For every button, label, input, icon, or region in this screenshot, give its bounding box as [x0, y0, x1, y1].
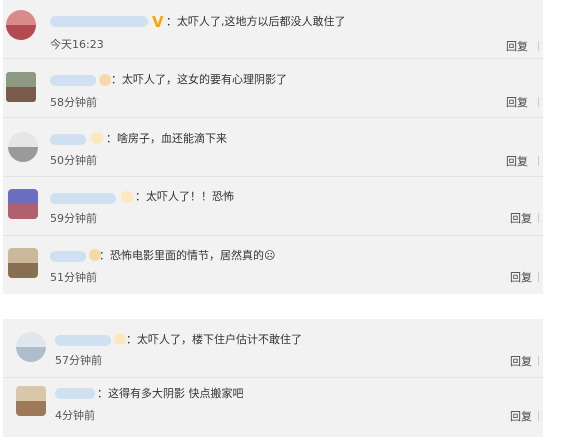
comment-list-top: V ：太吓人了,这地方以后都没人敢住了 今天16:23 回复 ：太吓人了，这女的… — [3, 0, 543, 294]
username-blurred[interactable] — [50, 75, 96, 86]
reply-button[interactable]: 回复 — [506, 40, 528, 53]
user-badge-icon — [99, 74, 111, 86]
comment-text: ：啥房子，血还能滴下来 — [106, 132, 227, 145]
comment-text: ：太吓人了,这地方以后都没人敢住了 — [166, 15, 346, 28]
divider — [538, 356, 539, 366]
avatar[interactable] — [6, 10, 36, 40]
comment-item: V ：太吓人了,这地方以后都没人敢住了 今天16:23 回复 — [3, 0, 543, 59]
avatar[interactable] — [16, 332, 46, 362]
comment-item: ：这得有多大阴影 快点搬家吧 4分钟前 回复 — [3, 378, 543, 437]
comment-item: ：太吓人了，楼下住户估计不敢住了 57分钟前 回复 — [3, 319, 543, 378]
avatar[interactable] — [8, 189, 38, 219]
username-blurred[interactable] — [50, 251, 86, 262]
user-badge-icon — [91, 132, 103, 144]
comment-time: 51分钟前 — [50, 271, 97, 284]
divider — [538, 272, 539, 282]
divider — [538, 97, 539, 107]
comment-item: ：啥房子，血还能滴下来 50分钟前 回复 — [3, 118, 543, 177]
avatar[interactable] — [16, 386, 46, 416]
avatar[interactable] — [8, 132, 38, 162]
comment-time: 59分钟前 — [50, 212, 97, 225]
comment-text: ：恐怖电影里面的情节，居然真的☹ — [99, 249, 276, 262]
comment-item: ：恐怖电影里面的情节，居然真的☹ 51分钟前 回复 — [3, 236, 543, 294]
reply-button[interactable]: 回复 — [510, 271, 532, 284]
username-blurred[interactable] — [50, 134, 86, 145]
comment-text: ：太吓人了，楼下住户估计不敢住了 — [126, 333, 302, 346]
user-badge-icon — [114, 333, 126, 345]
username-blurred[interactable] — [55, 335, 111, 346]
comment-time: 4分钟前 — [55, 409, 95, 422]
comment-time: 今天16:23 — [50, 38, 104, 51]
comment-text: ：这得有多大阴影 快点搬家吧 — [97, 387, 244, 400]
divider — [538, 156, 539, 166]
comment-item: ：太吓人了，这女的要有心理阴影了 58分钟前 回复 — [3, 59, 543, 118]
comment-list-bottom: ：太吓人了，楼下住户估计不敢住了 57分钟前 回复 ：这得有多大阴影 快点搬家吧… — [3, 319, 543, 437]
vip-badge-icon: V — [152, 13, 164, 31]
comment-time: 50分钟前 — [50, 154, 97, 167]
comment-time: 57分钟前 — [55, 354, 102, 367]
comment-item: ：太吓人了！！恐怖 59分钟前 回复 — [3, 177, 543, 236]
username-blurred[interactable] — [50, 193, 116, 204]
reply-button[interactable]: 回复 — [506, 96, 528, 109]
divider — [538, 411, 539, 421]
username-blurred[interactable] — [55, 388, 95, 399]
divider — [538, 213, 539, 223]
avatar[interactable] — [6, 72, 36, 102]
avatar[interactable] — [8, 248, 38, 278]
divider — [538, 41, 539, 51]
comment-text: ：太吓人了，这女的要有心理阴影了 — [111, 73, 287, 86]
reply-button[interactable]: 回复 — [510, 410, 532, 423]
reply-button[interactable]: 回复 — [506, 155, 528, 168]
reply-button[interactable]: 回复 — [510, 212, 532, 225]
username-blurred[interactable] — [50, 16, 148, 27]
comment-time: 58分钟前 — [50, 96, 97, 109]
comment-text: ：太吓人了！！恐怖 — [135, 190, 234, 203]
reply-button[interactable]: 回复 — [510, 355, 532, 368]
user-badge-icon — [121, 191, 133, 203]
